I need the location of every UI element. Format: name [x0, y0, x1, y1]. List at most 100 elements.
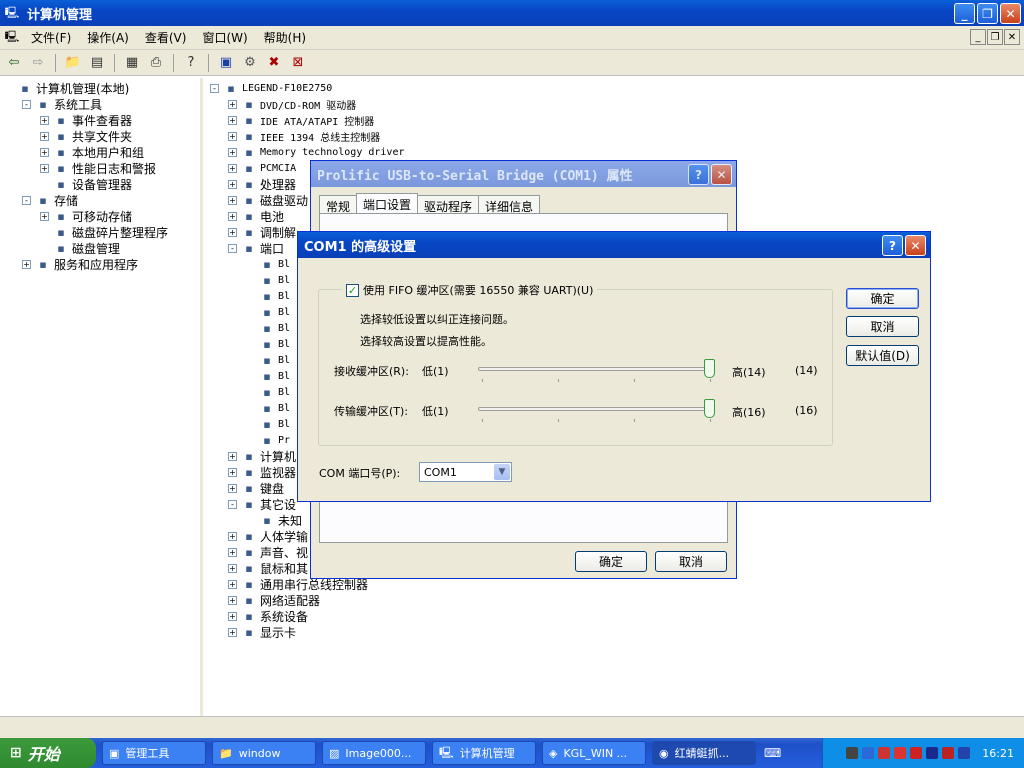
- back-arrow-icon[interactable]: ⇦: [4, 53, 24, 73]
- tree-item[interactable]: ▪ Bl: [246, 256, 290, 272]
- help-icon[interactable]: ?: [181, 53, 201, 73]
- uninstall-device-icon[interactable]: ⊠: [288, 53, 308, 73]
- scan-hardware-icon[interactable]: ▣: [216, 53, 236, 73]
- mdi-close-button[interactable]: ✕: [1004, 29, 1020, 45]
- collapse-icon[interactable]: -: [22, 99, 31, 109]
- tray-icon[interactable]: [926, 747, 939, 759]
- tree-item[interactable]: + ▪ 鼠标和其: [228, 560, 308, 576]
- print-icon[interactable]: ⎙: [146, 53, 166, 73]
- up-folder-icon[interactable]: 📁: [63, 53, 83, 73]
- collapse-icon[interactable]: -: [210, 83, 219, 93]
- forward-arrow-icon[interactable]: ⇨: [28, 53, 48, 73]
- collapse-icon[interactable]: -: [228, 499, 237, 509]
- tree-item[interactable]: + ▪ 监视器: [228, 464, 296, 480]
- expand-icon[interactable]: +: [228, 211, 237, 221]
- expand-icon[interactable]: +: [228, 227, 237, 237]
- expand-icon[interactable]: +: [228, 579, 237, 589]
- tray-icon[interactable]: [958, 747, 971, 759]
- tree-item[interactable]: ▪ 设备管理器: [40, 176, 132, 192]
- tree-item[interactable]: + ▪ 本地用户和组: [40, 144, 144, 160]
- adv-ok-button[interactable]: 确定: [846, 288, 919, 309]
- adv-close-button[interactable]: ✕: [905, 235, 926, 256]
- properties-close-button[interactable]: ✕: [711, 164, 732, 185]
- tree-item[interactable]: + ▪ 声音、视: [228, 544, 308, 560]
- tree-item[interactable]: ▪ Bl: [246, 304, 290, 320]
- tree-item[interactable]: + ▪ 键盘: [228, 480, 284, 496]
- show-tree-icon[interactable]: ▤: [87, 53, 107, 73]
- task-admin-tools[interactable]: ▣ 管理工具: [102, 741, 206, 765]
- expand-icon[interactable]: +: [228, 611, 237, 621]
- expand-icon[interactable]: +: [22, 259, 31, 269]
- expand-icon[interactable]: +: [228, 99, 237, 109]
- expand-icon[interactable]: +: [40, 163, 49, 173]
- expand-icon[interactable]: +: [228, 451, 237, 461]
- minimize-button[interactable]: _: [954, 3, 975, 24]
- task-window[interactable]: 📁 window: [212, 741, 316, 765]
- tree-item[interactable]: - ▪ 系统工具: [22, 96, 102, 112]
- rx-buffer-slider[interactable]: [478, 359, 718, 383]
- tree-item[interactable]: - ▪ LEGEND-F10E2750: [210, 80, 332, 96]
- task-computer-mgmt[interactable]: 🖳 计算机管理: [432, 741, 536, 765]
- tree-item[interactable]: ▪ Bl: [246, 272, 290, 288]
- tx-buffer-slider[interactable]: [478, 399, 718, 423]
- tree-item[interactable]: ▪ 磁盘碎片整理程序: [40, 224, 168, 240]
- tree-item[interactable]: + ▪ 处理器: [228, 176, 296, 192]
- expand-icon[interactable]: +: [40, 147, 49, 157]
- tree-item[interactable]: ▪ 未知: [246, 512, 302, 528]
- tree-item[interactable]: ▪ Bl: [246, 352, 290, 368]
- expand-icon[interactable]: +: [228, 483, 237, 493]
- expand-icon[interactable]: +: [228, 195, 237, 205]
- tree-item[interactable]: + ▪ 网络适配器: [228, 592, 320, 608]
- expand-icon[interactable]: +: [228, 179, 237, 189]
- expand-icon[interactable]: +: [40, 131, 49, 141]
- expand-icon[interactable]: +: [228, 627, 237, 637]
- tree-item[interactable]: + ▪ 人体学输: [228, 528, 308, 544]
- tree-item[interactable]: - ▪ 其它设: [228, 496, 296, 512]
- tree-item[interactable]: ▪ Bl: [246, 400, 290, 416]
- tree-item[interactable]: - ▪ 存储: [22, 192, 78, 208]
- tree-item[interactable]: + ▪ 事件查看器: [40, 112, 132, 128]
- tray-icon[interactable]: [846, 747, 859, 759]
- defaults-button[interactable]: 默认值(D): [846, 345, 919, 366]
- tree-item[interactable]: + ▪ 系统设备: [228, 608, 308, 624]
- expand-icon[interactable]: +: [228, 595, 237, 605]
- tree-item[interactable]: ▪ Bl: [246, 288, 290, 304]
- expand-icon[interactable]: +: [40, 115, 49, 125]
- expand-icon[interactable]: +: [228, 115, 237, 125]
- expand-icon[interactable]: +: [228, 547, 237, 557]
- tree-item[interactable]: + ▪ PCMCIA: [228, 160, 296, 176]
- com-port-select[interactable]: COM1 ▼: [419, 462, 512, 482]
- restore-button[interactable]: ❐: [977, 3, 998, 24]
- tree-item[interactable]: ▪ Bl: [246, 320, 290, 336]
- tree-item[interactable]: + ▪ IDE ATA/ATAPI 控制器: [228, 112, 374, 128]
- collapse-icon[interactable]: -: [228, 243, 237, 253]
- expand-icon[interactable]: +: [40, 211, 49, 221]
- tree-item[interactable]: + ▪ 共享文件夹: [40, 128, 132, 144]
- expand-icon[interactable]: +: [228, 467, 237, 477]
- menu-file[interactable]: 文件(F): [23, 29, 79, 46]
- tree-item[interactable]: + ▪ 计算机: [228, 448, 296, 464]
- tree-item[interactable]: + ▪ 电池: [228, 208, 284, 224]
- adv-cancel-button[interactable]: 取消: [846, 316, 919, 337]
- app-menu-icon[interactable]: 🖳: [4, 30, 20, 45]
- tree-item[interactable]: + ▪ 可移动存储: [40, 208, 132, 224]
- menu-window[interactable]: 窗口(W): [194, 29, 255, 46]
- tree-item[interactable]: ▪ Bl: [246, 368, 290, 384]
- adv-help-button[interactable]: ?: [882, 235, 903, 256]
- tree-item[interactable]: + ▪ IEEE 1394 总线主控制器: [228, 128, 380, 144]
- checkmark-icon[interactable]: ✓: [346, 283, 359, 297]
- expand-icon[interactable]: +: [228, 131, 237, 141]
- start-button[interactable]: ⊞ 开始: [0, 738, 96, 768]
- properties-ok-button[interactable]: 确定: [575, 551, 647, 572]
- task-capture[interactable]: ◉ 红蜻蜓抓...: [652, 741, 756, 765]
- mdi-restore-button[interactable]: ❐: [987, 29, 1003, 45]
- menu-view[interactable]: 查看(V): [137, 29, 195, 46]
- tray-icon[interactable]: [894, 747, 907, 759]
- task-image[interactable]: ▨ Image000...: [322, 741, 426, 765]
- rx-slider-thumb[interactable]: [704, 359, 715, 378]
- tray-icon[interactable]: [878, 747, 891, 759]
- collapse-icon[interactable]: -: [22, 195, 31, 205]
- keyboard-icon[interactable]: ⌨: [764, 746, 781, 760]
- tree-item[interactable]: + ▪ Memory technology driver: [228, 144, 405, 160]
- tree-item[interactable]: ▪ Pr: [246, 432, 290, 448]
